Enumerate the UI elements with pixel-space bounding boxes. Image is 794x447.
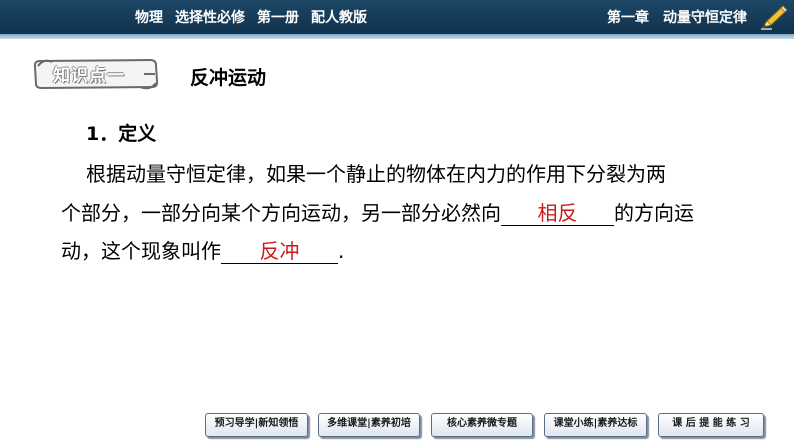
answer-blank-1: 相反	[501, 201, 614, 226]
paragraph-line-3: 动，这个现象叫作 反冲.	[61, 235, 344, 264]
nav-practice-label: 课堂小练|素养达标	[553, 418, 638, 429]
nav-preview-button[interactable]: 预习导学|新知领悟	[205, 413, 308, 437]
nav-preview-label: 预习导学|新知领悟	[214, 418, 299, 429]
chapter-label: 第一章	[607, 10, 649, 26]
pencil-icon	[761, 5, 788, 30]
chapter-title: 动量守恒定律	[663, 10, 747, 26]
answer-blank-2: 反冲	[221, 239, 338, 264]
nav-core-topic-button[interactable]: 核心素养微专题	[431, 413, 533, 437]
subject-label: 物理	[135, 10, 163, 26]
book-info: 物理 选择性必修 第一册 配人教版	[135, 7, 379, 27]
header-divider	[0, 34, 794, 39]
paragraph-line-1: 根据动量守恒定律，如果一个静止的物体在内力的作用下分裂为两	[86, 158, 666, 187]
nav-core-topic-label: 核心素养微专题	[447, 418, 517, 429]
paragraph-line-2: 个部分，一部分向某个方向运动，另一部分必然向 相反 的方向运	[61, 197, 694, 226]
badge-label: 知识点一	[53, 66, 125, 86]
section-title: 1．定义	[86, 123, 157, 145]
line-3-text-after: .	[338, 239, 345, 263]
edition-label: 配人教版	[311, 10, 367, 26]
topic-title: 反冲运动	[190, 67, 267, 89]
line-2-text-before: 个部分，一部分向某个方向运动，另一部分必然向	[61, 201, 501, 225]
course-label: 选择性必修	[175, 10, 245, 26]
nav-homework-label: 课 后 提 能 练 习	[672, 418, 750, 429]
nav-homework-button[interactable]: 课 后 提 能 练 习	[658, 413, 764, 437]
volume-label: 第一册	[257, 10, 299, 26]
nav-classroom-button[interactable]: 多维课堂|素养初培	[318, 413, 420, 437]
chapter-info: 第一章 动量守恒定律	[607, 7, 747, 27]
nav-classroom-label: 多维课堂|素养初培	[327, 418, 411, 429]
line-2-text-after: 的方向运	[614, 201, 694, 225]
line-3-text-before: 动，这个现象叫作	[61, 239, 221, 263]
nav-practice-button[interactable]: 课堂小练|素养达标	[544, 413, 647, 437]
line-1-text: 根据动量守恒定律，如果一个静止的物体在内力的作用下分裂为两	[86, 162, 666, 186]
